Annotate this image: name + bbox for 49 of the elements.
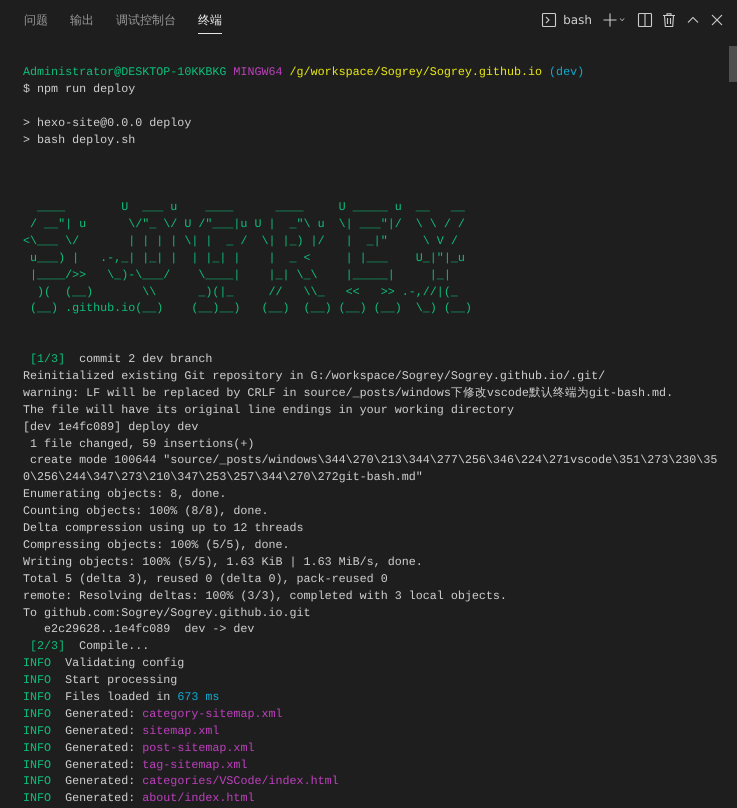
ascii-art-line: |____/>> \_)-\___/ \____| |_| \_\ |_____| |_| [29, 266, 451, 284]
terminal-line: warning: LF will be replaced by CRLF in source/_posts/windows下修改vscode默认终端为git-bash.md. [23, 384, 674, 402]
terminal-line: [1/3] commit 2 dev branch [29, 351, 212, 368]
terminal-selector[interactable]: bash [541, 12, 592, 28]
terminal-line: Counting objects: 100% (8/8), done. [23, 503, 268, 520]
ascii-art-line: u___) | .-,_| |_| | | |_| | | _ < | |___ U_|"|_u [29, 250, 465, 267]
ascii-art-line: )( (__) \\ _)(|_ // \\_ << >> .-,//|(_ [36, 284, 458, 300]
ascii-art-line: (__) .github.io(__) (__)__) (__) (__) (__) (__) \_) (__) [29, 300, 472, 318]
terminal-line: create mode 100644 "source/_posts/windows\344\270\213\344\277\256\346\224\271vscode\351\273\230\35 [29, 452, 718, 470]
terminal-line: INFO Generated: categories/VSCode/index.html [23, 773, 339, 790]
terminal-line: To github.com:Sogrey/Sogrey.github.io.git [23, 604, 311, 622]
panel-tab[interactable]: 终端 [198, 8, 222, 34]
terminal-line: INFO Generated: tag-sitemap.xml [23, 756, 248, 774]
close-icon[interactable] [709, 12, 725, 28]
plus-icon[interactable] [602, 12, 618, 28]
terminal-line: Delta compression using up to 12 threads [23, 520, 304, 537]
terminal-line: INFO Generated: post-sitemap.xml [23, 740, 254, 757]
terminal-line: Enumerating objects: 8, done. [23, 486, 226, 504]
terminal-line: INFO Files loaded in 673 ms [23, 688, 220, 706]
terminal-line: Compressing objects: 100% (5/5), done. [23, 536, 290, 554]
terminal-line: INFO Generated: category-sitemap.xml [23, 706, 283, 723]
ascii-art-line: / __"| u \/"_ \/ U /"___|u U | _"\ u \| ___"|/ \ \ / / [29, 216, 465, 233]
split-icon[interactable] [637, 12, 653, 28]
terminal-line: The file will have its original line endings in your working directory [23, 402, 514, 419]
ascii-art-line: ____ U ___ u ____ ____ U _____ u __ __ [36, 199, 465, 216]
terminal-line: [2/3] Compile... [29, 638, 150, 656]
trash-icon[interactable] [661, 12, 677, 28]
terminal-line: Reinitialized existing Git repository in G:/workspace/Sogrey/Sogrey.github.io/.git/ [23, 368, 606, 385]
terminal-icon [541, 12, 558, 28]
terminal-line: remote: Resolving deltas: 100% (3/3), completed with 3 local objects. [23, 588, 507, 604]
terminal-line: INFO Validating config [23, 655, 184, 672]
terminal-line: INFO Generated: about/index.html [23, 790, 254, 808]
terminal-line: Writing objects: 100% (5/5), 1.63 KiB | 1.63 MiB/s, done. [23, 554, 423, 571]
panel-tab[interactable]: 输出 [70, 8, 94, 34]
terminal-line: > bash deploy.sh [23, 132, 136, 148]
terminal-line: 1 file changed, 59 insertions(+) [29, 436, 254, 452]
terminal-line: > hexo-site@0.0.0 deploy [23, 114, 192, 132]
terminal-line: INFO Start processing [23, 672, 178, 689]
terminal-line: 0\256\244\347\273\210\347\253\257\344\270\272git-bash.md" [23, 469, 423, 486]
terminal-line: Administrator@DESKTOP-10KKBKG MINGW64 /g/workspace/Sogrey/Sogrey.github.io (dev) [23, 64, 584, 81]
panel-tab[interactable]: 调试控制台 [116, 8, 176, 34]
terminal-line: [dev 1e4fc089] deploy dev [23, 418, 198, 436]
terminal-line: $ npm run deploy [23, 80, 136, 98]
terminal-line: e2c29628..1e4fc089 dev -> dev [43, 621, 254, 638]
ascii-art-line: <\___ \/ | | | | \| | _ / \| |_) |/ | _|" \ V / [23, 232, 458, 250]
terminal-line: Total 5 (delta 3), reused 0 (delta 0), pack-reused 0 [23, 570, 388, 588]
panel-tab[interactable]: 问题 [24, 8, 48, 34]
scrollbar-thumb[interactable] [729, 46, 737, 82]
terminal-line: INFO Generated: sitemap.xml [23, 722, 220, 740]
